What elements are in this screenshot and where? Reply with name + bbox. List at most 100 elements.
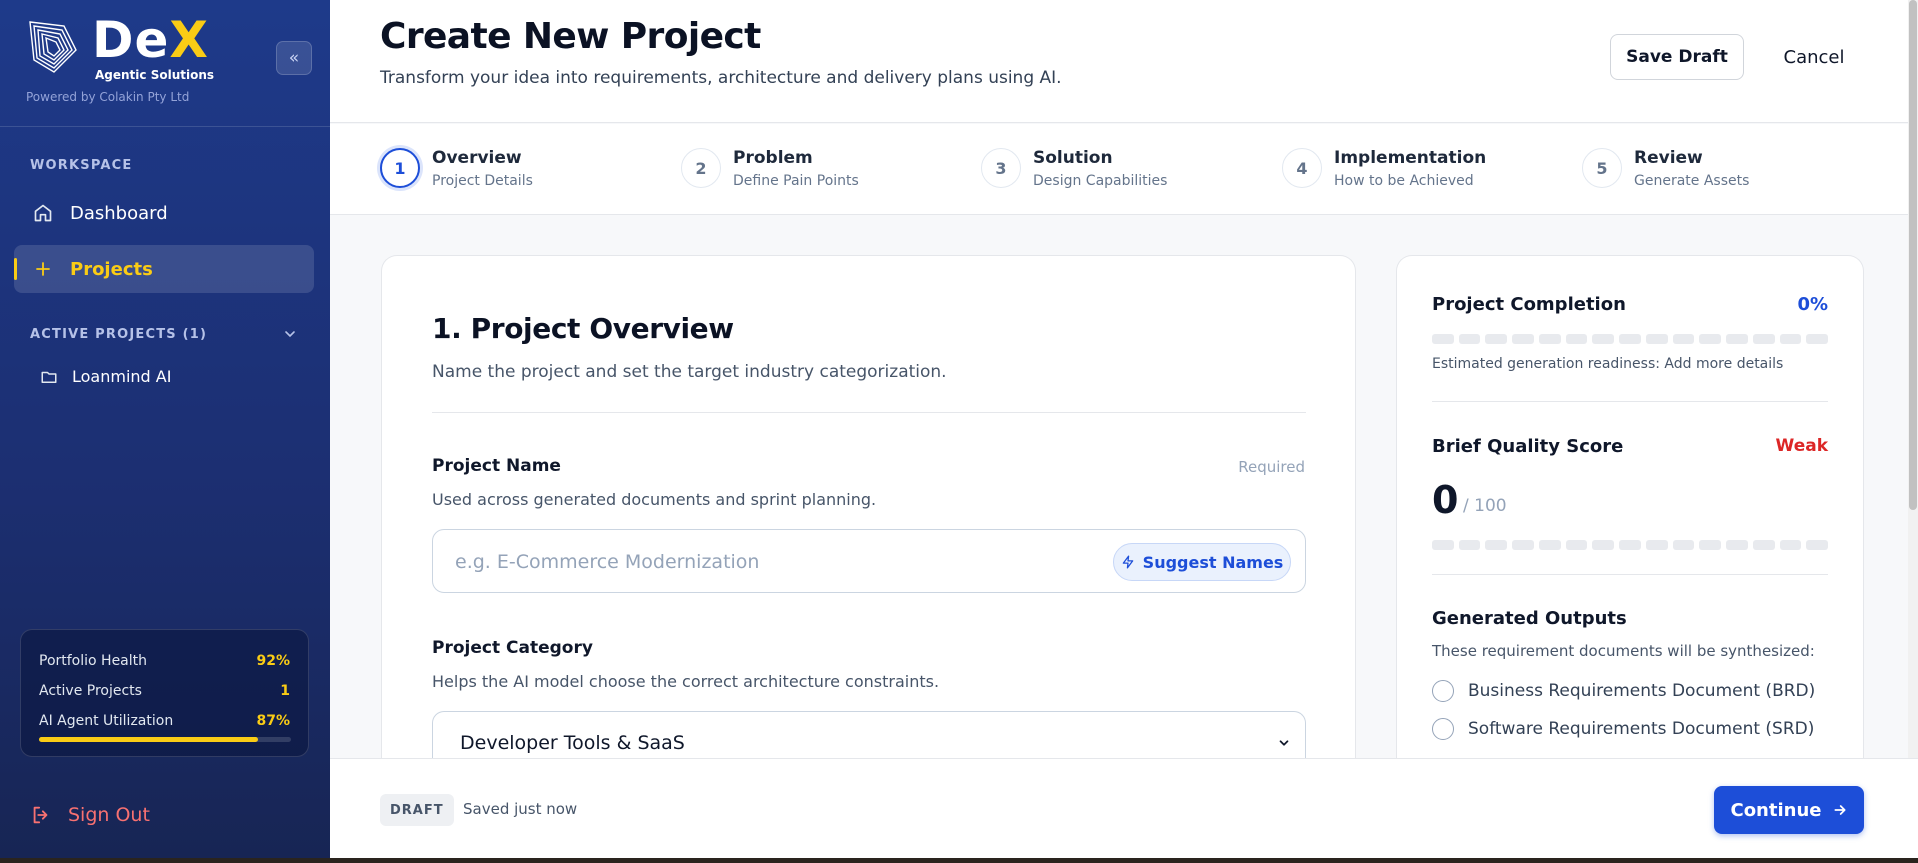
stat-label: Portfolio Health bbox=[39, 653, 148, 669]
progress-segment bbox=[1458, 334, 1481, 344]
chevron-down-icon bbox=[1279, 740, 1289, 746]
project-overview-card: 1. Project Overview Name the project and… bbox=[381, 255, 1356, 796]
plus-icon bbox=[32, 258, 54, 280]
stat-value: 1 bbox=[280, 683, 290, 699]
brand-name: DeX bbox=[92, 11, 209, 69]
progress-segment bbox=[1645, 540, 1668, 550]
progress-segment bbox=[1538, 540, 1561, 550]
utilization-progress-bar bbox=[39, 737, 291, 742]
step-title: Review bbox=[1634, 148, 1703, 168]
output-checkbox[interactable] bbox=[1432, 680, 1454, 702]
quality-score-value: 0 bbox=[1432, 478, 1459, 522]
progress-segment bbox=[1432, 334, 1454, 344]
progress-segment bbox=[1538, 334, 1561, 344]
output-label: Software Requirements Document (SRD) bbox=[1468, 719, 1815, 739]
folder-icon bbox=[40, 368, 58, 386]
section-title: 1. Project Overview bbox=[432, 312, 734, 345]
step-number: 4 bbox=[1282, 148, 1322, 188]
project-item-label: Loanmind AI bbox=[72, 367, 172, 386]
stat-row: Portfolio Health 92% bbox=[39, 646, 290, 676]
progress-segment bbox=[1619, 334, 1641, 344]
progress-segment bbox=[1752, 334, 1775, 344]
sidebar: DeX Agentic Solutions Powered by Colakin… bbox=[0, 0, 330, 858]
brand: DeX Agentic Solutions Powered by Colakin… bbox=[22, 11, 312, 109]
output-item-srd[interactable]: Software Requirements Document (SRD) bbox=[1432, 718, 1814, 740]
collapse-sidebar-button[interactable]: « bbox=[276, 41, 312, 75]
progress-segment bbox=[1485, 334, 1508, 344]
quality-score-max: / 100 bbox=[1463, 496, 1507, 516]
suggest-names-label: Suggest Names bbox=[1142, 552, 1284, 572]
progress-segment bbox=[1806, 540, 1829, 550]
progress-segment bbox=[1512, 540, 1534, 550]
page-title: Create New Project bbox=[380, 16, 761, 57]
active-projects-label: ACTIVE PROJECTS (1) bbox=[30, 327, 208, 342]
save-status-text: Saved just now bbox=[463, 800, 578, 818]
completion-note: Estimated generation readiness: Add more… bbox=[1432, 356, 1784, 372]
progress-segment bbox=[1699, 540, 1722, 550]
completion-title: Project Completion bbox=[1432, 294, 1626, 315]
project-name-help: Used across generated documents and spri… bbox=[432, 490, 877, 509]
divider bbox=[1432, 574, 1828, 575]
save-draft-button[interactable]: Save Draft bbox=[1610, 34, 1744, 80]
project-category-selected: Developer Tools & SaaS bbox=[460, 732, 685, 754]
progress-segment bbox=[1672, 540, 1695, 550]
sidebar-item-label: Projects bbox=[70, 258, 153, 280]
step-subtitle: Project Details bbox=[432, 173, 533, 189]
progress-segment bbox=[1458, 540, 1481, 550]
sidebar-item-projects[interactable]: Projects bbox=[14, 245, 314, 293]
generated-outputs-title: Generated Outputs bbox=[1432, 608, 1627, 629]
section-divider bbox=[432, 412, 1306, 413]
divider bbox=[1432, 401, 1828, 402]
progress-segment bbox=[1726, 334, 1748, 344]
step-subtitle: Design Capabilities bbox=[1033, 173, 1168, 189]
progress-segment bbox=[1619, 540, 1641, 550]
workspace-label: WORKSPACE bbox=[30, 158, 133, 173]
progress-segment bbox=[1485, 540, 1508, 550]
scrollbar-thumb[interactable] bbox=[1909, 0, 1917, 510]
completion-progress-bar bbox=[1432, 334, 1829, 344]
progress-segment bbox=[1672, 334, 1695, 344]
quality-progress-bar bbox=[1432, 540, 1829, 550]
progress-segment bbox=[1779, 334, 1802, 344]
cancel-button[interactable]: Cancel bbox=[1764, 34, 1864, 80]
utilization-progress-fill bbox=[39, 737, 259, 742]
progress-segment bbox=[1565, 540, 1588, 550]
progress-segment bbox=[1432, 540, 1454, 550]
sign-out-button[interactable]: Sign Out bbox=[30, 804, 150, 826]
step-number: 2 bbox=[681, 148, 721, 188]
progress-segment bbox=[1752, 540, 1775, 550]
portfolio-stats-card: Portfolio Health 92% Active Projects 1 A… bbox=[20, 629, 309, 757]
progress-segment bbox=[1592, 540, 1615, 550]
suggest-names-button[interactable]: Suggest Names bbox=[1113, 543, 1291, 581]
project-status-card: Project Completion 0% Estimated generati… bbox=[1396, 255, 1864, 795]
output-item-brd[interactable]: Business Requirements Document (BRD) bbox=[1432, 680, 1815, 702]
lightning-icon bbox=[1122, 555, 1133, 569]
sidebar-item-dashboard[interactable]: Dashboard bbox=[14, 189, 314, 237]
output-label: Business Requirements Document (BRD) bbox=[1468, 681, 1816, 701]
progress-segment bbox=[1512, 334, 1534, 344]
stat-value: 87% bbox=[256, 713, 290, 729]
step-number: 5 bbox=[1582, 148, 1622, 188]
step-subtitle: How to be Achieved bbox=[1334, 173, 1474, 189]
page-subtitle: Transform your idea into requirements, a… bbox=[380, 68, 1062, 88]
chevron-down-icon[interactable] bbox=[282, 326, 298, 342]
page-header: Create New Project Transform your idea i… bbox=[330, 0, 1918, 123]
quality-rating-badge: Weak bbox=[1775, 436, 1828, 456]
stat-label: Active Projects bbox=[39, 683, 142, 699]
generated-outputs-help: These requirement documents will be synt… bbox=[1432, 642, 1815, 660]
progress-segment bbox=[1699, 334, 1722, 344]
page-scrollbar[interactable] bbox=[1908, 0, 1918, 758]
output-checkbox[interactable] bbox=[1432, 718, 1454, 740]
home-icon bbox=[32, 202, 54, 224]
brand-powered-by: Powered by Colakin Pty Ltd bbox=[26, 90, 190, 104]
project-name-input[interactable] bbox=[455, 544, 1075, 580]
wizard-stepper: 1 Overview Project Details 2 Problem Def… bbox=[330, 124, 1918, 215]
sign-out-label: Sign Out bbox=[68, 804, 150, 826]
sidebar-divider bbox=[0, 126, 330, 127]
progress-segment bbox=[1592, 334, 1615, 344]
progress-segment bbox=[1779, 540, 1802, 550]
required-indicator: Required bbox=[1238, 458, 1305, 476]
continue-button[interactable]: Continue bbox=[1714, 786, 1864, 834]
project-name-label: Project Name bbox=[432, 456, 561, 476]
sidebar-project-loanmind[interactable]: Loanmind AI bbox=[40, 367, 171, 386]
